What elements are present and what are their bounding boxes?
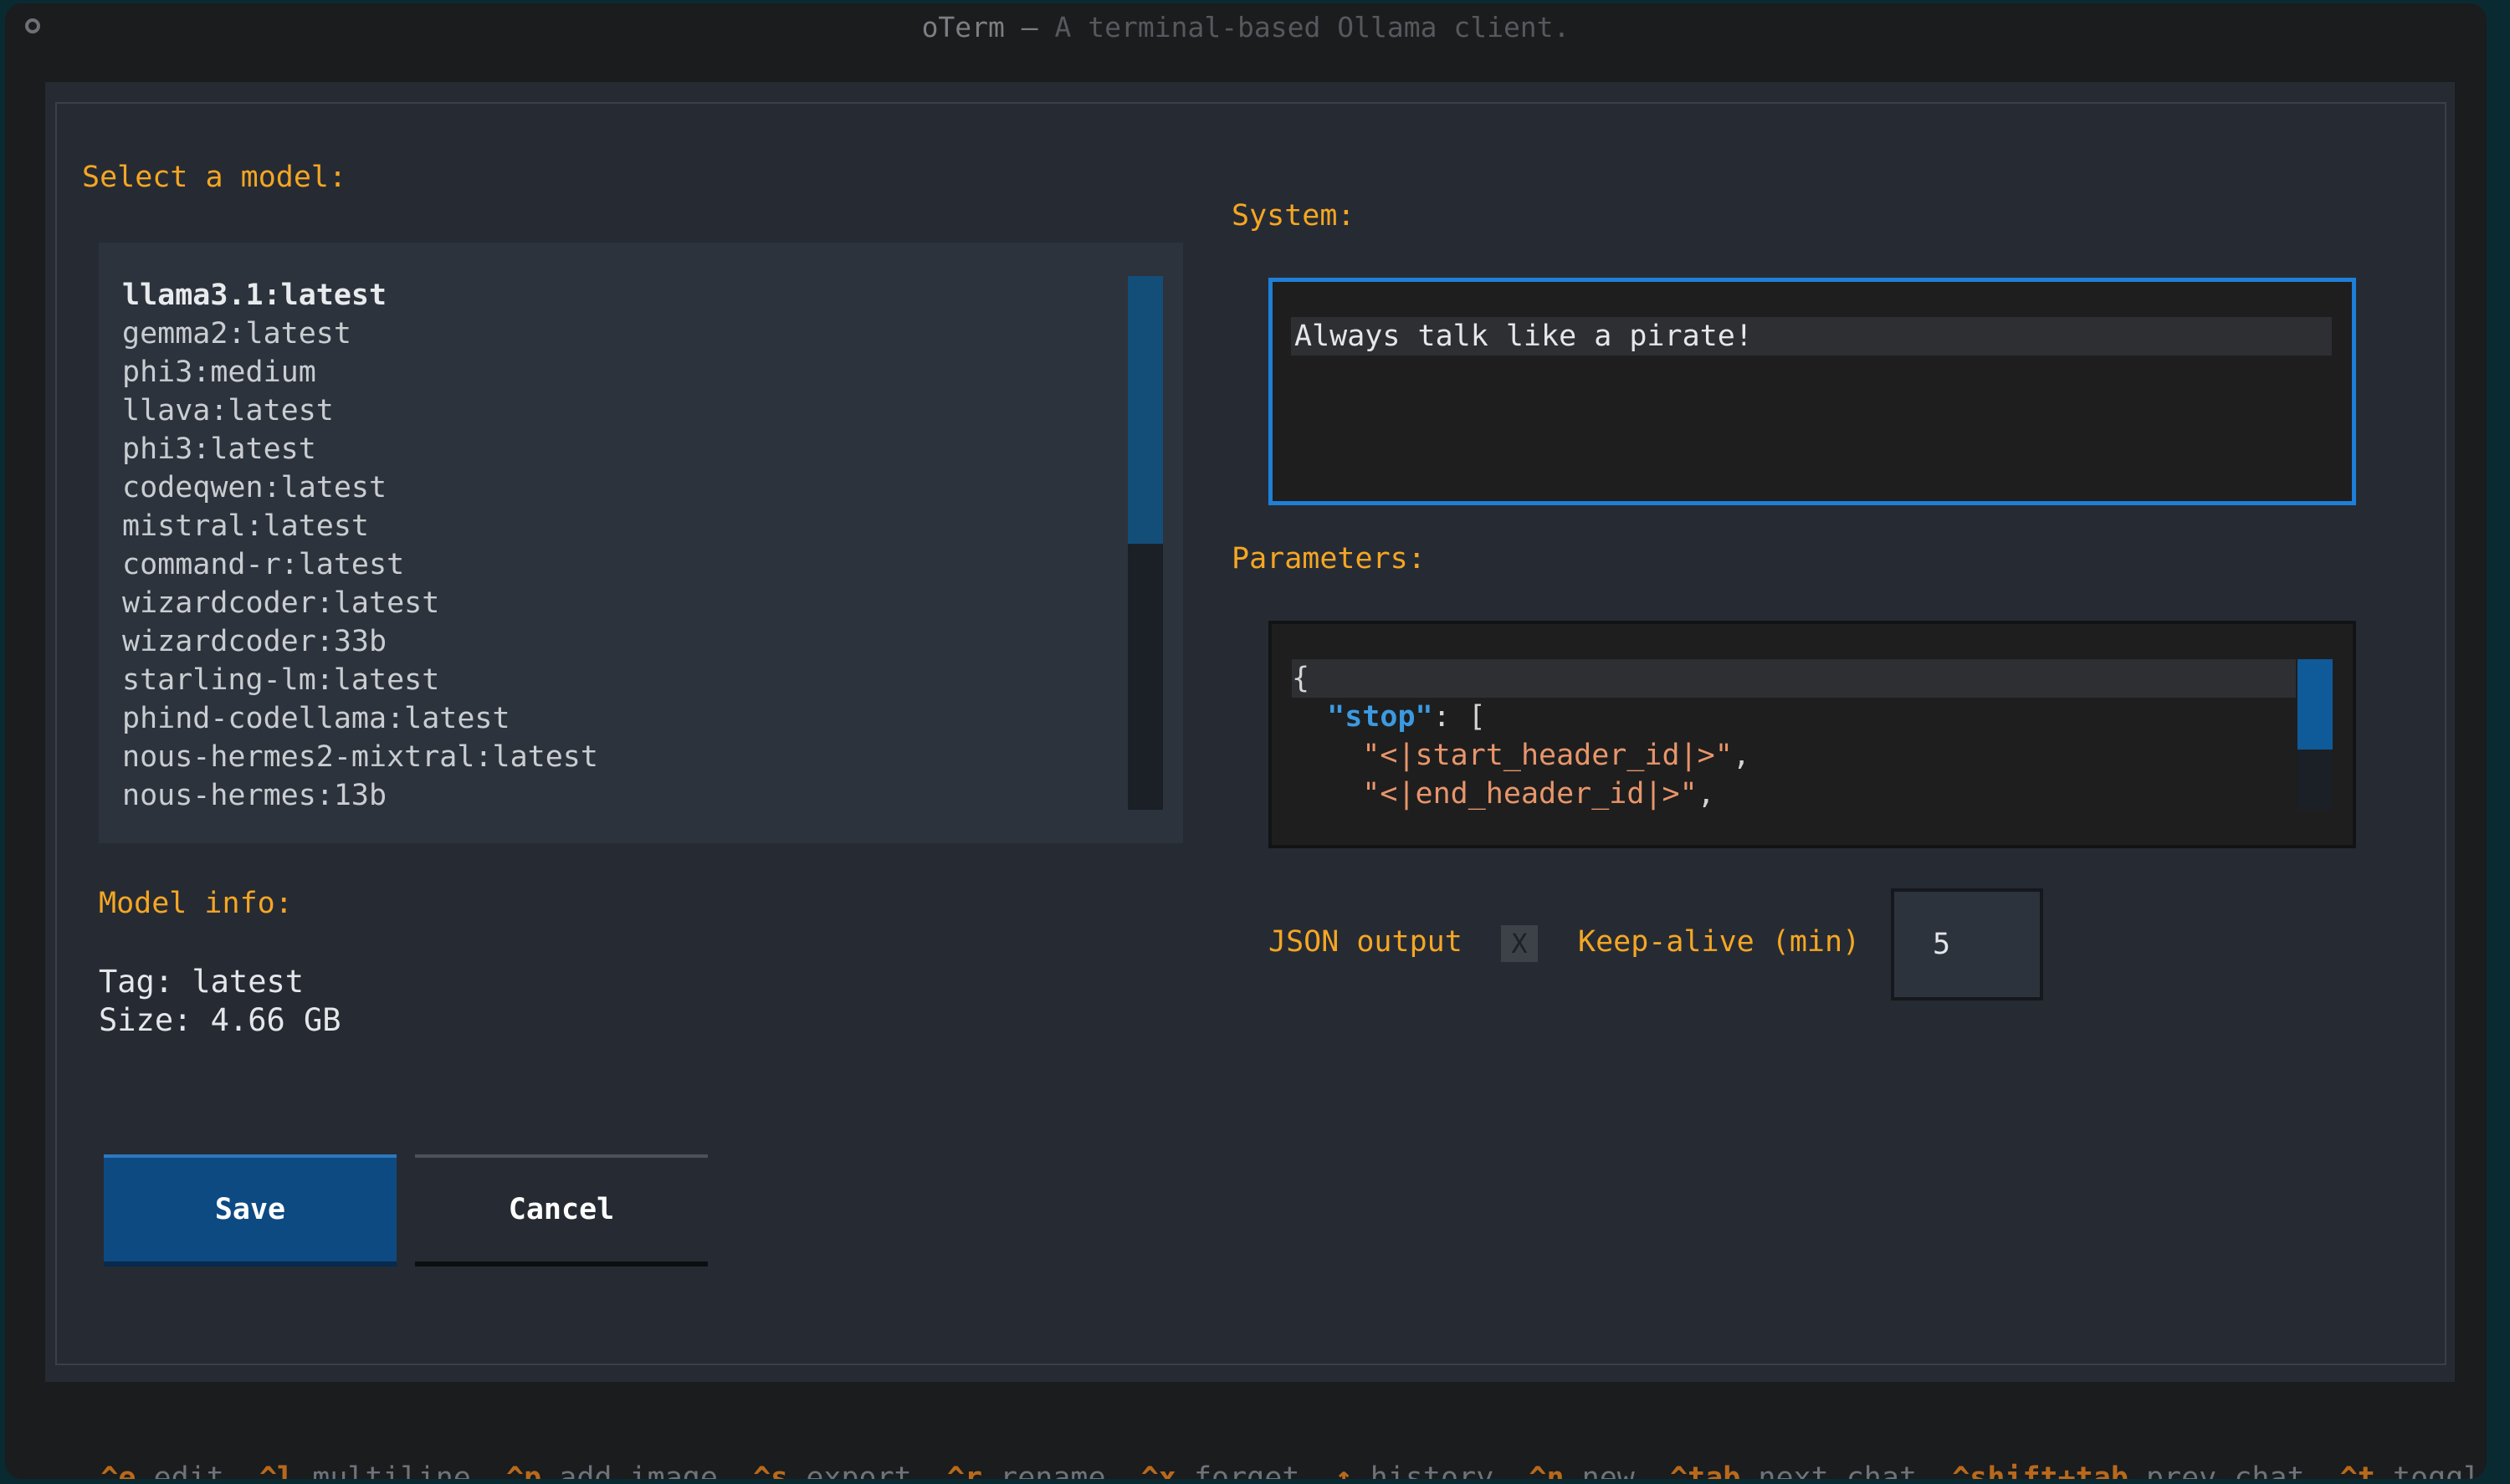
- footer-key: ^n: [1529, 1461, 1565, 1479]
- footer-label: edit: [153, 1461, 224, 1479]
- footer-key: ^tab: [1670, 1461, 1741, 1479]
- code-string: "<|end_header_id|>": [1362, 777, 1698, 811]
- footer-label: new: [1581, 1461, 1635, 1479]
- footer-binding-toggle[interactable]: ^t toggl: [2340, 1461, 2482, 1479]
- keepalive-label: Keep-alive (min): [1578, 925, 1861, 959]
- model-list-item[interactable]: llama3.1:latest: [122, 276, 387, 315]
- footer-label: next chat: [1758, 1461, 1918, 1479]
- app-description: A terminal-based Ollama client.: [1054, 11, 1570, 43]
- code-line-3: "<|start_header_id|>",: [1292, 736, 1750, 775]
- footer-label: export: [806, 1461, 912, 1479]
- code-line-1: {: [1292, 659, 2296, 698]
- model-list-item[interactable]: phind-codellama:latest: [122, 699, 510, 738]
- footer-key: ^p: [506, 1461, 542, 1479]
- footer-label: prev chat: [2145, 1461, 2305, 1479]
- footer-key: ^t: [2339, 1461, 2375, 1479]
- code-punct: : [: [1432, 700, 1486, 734]
- model-list[interactable]: llama3.1:latest gemma2:latest phi3:mediu…: [99, 243, 1183, 843]
- parameters-scrollbar-thumb[interactable]: [2297, 659, 2333, 750]
- footer-binding-edit[interactable]: ^e edit: [100, 1461, 224, 1479]
- cancel-button[interactable]: Cancel: [415, 1154, 708, 1267]
- model-list-item[interactable]: nous-hermes2-mixtral:latest: [122, 738, 598, 776]
- footer-binding-forget[interactable]: ^x forget: [1141, 1461, 1300, 1479]
- system-prompt-textarea[interactable]: Always talk like a pirate!: [1268, 278, 2356, 505]
- code-brace: {: [1292, 662, 1310, 695]
- footer-binding-multiline[interactable]: ^l multiline: [259, 1461, 471, 1479]
- model-list-scrollbar[interactable]: [1128, 276, 1163, 810]
- terminal-window: oTerm — A terminal-based Ollama client. …: [5, 3, 2487, 1479]
- model-list-item[interactable]: mistral:latest: [122, 507, 369, 545]
- system-label: System:: [1232, 199, 1355, 233]
- system-prompt-text: Always talk like a pirate!: [1291, 317, 2332, 356]
- code-punct: ,: [1732, 739, 1750, 772]
- model-size: Size: 4.66 GB: [99, 1002, 341, 1038]
- footer-key: ^x: [1140, 1461, 1176, 1479]
- footer-label: add image: [559, 1461, 718, 1479]
- window-title: oTerm — A terminal-based Ollama client.: [5, 3, 2487, 52]
- footer-binding-new[interactable]: ^n new: [1529, 1461, 1634, 1479]
- model-list-item[interactable]: command-r:latest: [122, 545, 404, 584]
- footer-binding-history[interactable]: ↑ history: [1335, 1461, 1494, 1479]
- footer-key: ^s: [753, 1461, 789, 1479]
- code-line-4: "<|end_header_id|>",: [1292, 775, 1715, 813]
- model-list-item[interactable]: gemma2:latest: [122, 315, 351, 353]
- json-output-checkbox[interactable]: X: [1501, 925, 1538, 962]
- model-list-item[interactable]: llava:latest: [122, 391, 334, 430]
- code-punct: ,: [1697, 777, 1715, 811]
- footer-label: history: [1370, 1461, 1494, 1479]
- parameters-editor[interactable]: { "stop": [ "<|start_header_id|>", "<|en…: [1268, 621, 2356, 848]
- model-list-item[interactable]: nous-hermes:13b: [122, 776, 387, 815]
- select-model-label: Select a model:: [82, 161, 347, 194]
- model-list-item[interactable]: wizardcoder:latest: [122, 584, 439, 622]
- model-list-item[interactable]: wizardcoder:33b: [122, 622, 387, 661]
- model-list-item[interactable]: phi3:latest: [122, 430, 316, 468]
- footer-key: ^r: [946, 1461, 983, 1479]
- footer-label: toggl: [2393, 1461, 2482, 1479]
- keepalive-input[interactable]: 5: [1891, 888, 2043, 1000]
- footer-key: ↑: [1334, 1461, 1353, 1479]
- footer-label: rename: [1000, 1461, 1106, 1479]
- footer-binding-prev-chat[interactable]: ^shift+tab prev chat: [1952, 1461, 2304, 1479]
- code-line-2: "stop": [: [1292, 698, 1486, 736]
- footer-label: multiline: [312, 1461, 471, 1479]
- title-separator: —: [1004, 11, 1055, 43]
- model-list-item[interactable]: starling-lm:latest: [122, 661, 439, 699]
- model-info-label: Model info:: [99, 887, 293, 920]
- footer-binding-rename[interactable]: ^r rename: [947, 1461, 1106, 1479]
- model-list-scrollbar-thumb[interactable]: [1128, 276, 1163, 544]
- app-name: oTerm: [921, 11, 1005, 43]
- parameters-label: Parameters:: [1232, 542, 1426, 576]
- save-button[interactable]: Save: [104, 1154, 397, 1267]
- model-tag: Tag: latest: [99, 964, 305, 1000]
- footer-key: ^l: [259, 1461, 295, 1479]
- footer-binding-export[interactable]: ^s export: [753, 1461, 912, 1479]
- footer-label: forget: [1193, 1461, 1300, 1479]
- code-key: "stop": [1327, 700, 1433, 734]
- footer-key: ^e: [100, 1461, 136, 1479]
- footer-binding-add-image[interactable]: ^p add image: [506, 1461, 718, 1479]
- footer-key: ^shift+tab: [1952, 1461, 2128, 1479]
- json-output-label: JSON output: [1268, 925, 1462, 959]
- parameters-scrollbar[interactable]: [2297, 659, 2333, 810]
- footer-keybindings: ^e edit ^l multiline ^p add image ^s exp…: [30, 1420, 2481, 1479]
- model-list-item[interactable]: phi3:medium: [122, 353, 316, 391]
- model-list-item[interactable]: codeqwen:latest: [122, 468, 387, 507]
- footer-binding-next-chat[interactable]: ^tab next chat: [1670, 1461, 1917, 1479]
- code-string: "<|start_header_id|>": [1362, 739, 1733, 772]
